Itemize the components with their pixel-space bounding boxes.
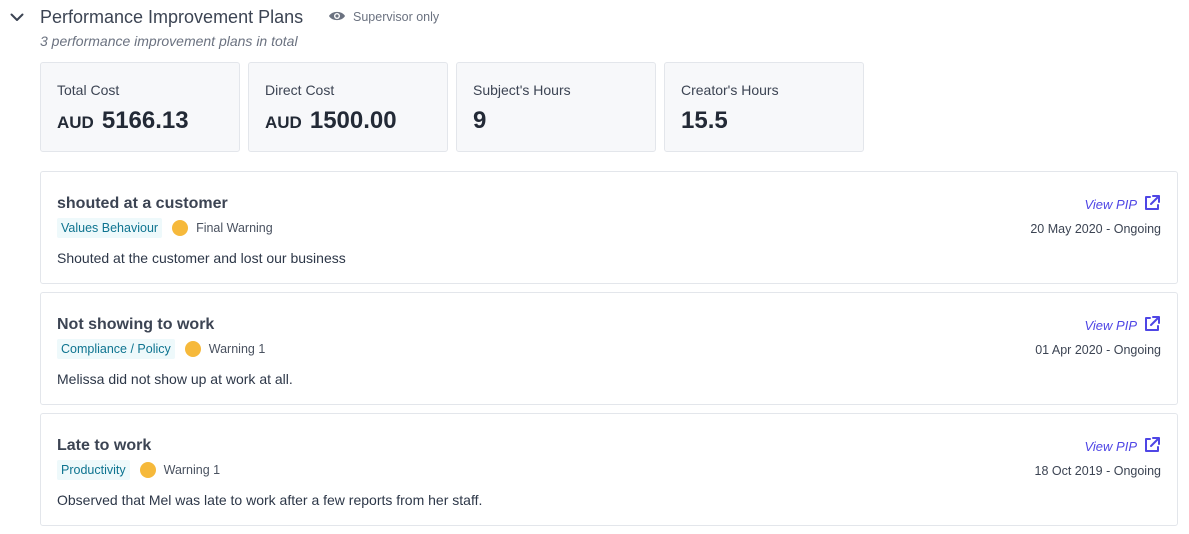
pip-count-subtitle: 3 performance improvement plans in total [40,33,298,49]
chevron-down-icon[interactable] [8,8,26,26]
pip-title: Late to work [57,437,152,454]
stat-label: Direct Cost [265,82,335,98]
pip-list: shouted at a customer Values Behaviour F… [40,171,1178,534]
stat-label: Creator's Hours [681,82,779,98]
stats-row: Total Cost AUD 5166.13 Direct Cost AUD 1… [40,62,864,152]
stat-value: AUD 1500.00 [265,107,431,135]
pip-description: Melissa did not show up at work at all. [57,371,293,387]
stat-number: 5166.13 [101,107,189,134]
pip-date-range: 20 May 2020 - Ongoing [1030,222,1161,236]
status-dot-icon [184,341,201,357]
view-pip-label: View PIP [1084,318,1137,333]
status-dot-icon [139,462,156,478]
pip-meta: Productivity Warning 1 [57,460,220,480]
pip-card: Not showing to work Compliance / Policy … [40,292,1178,405]
stat-currency: AUD [57,113,94,132]
visibility-indicator: Supervisor only [328,9,439,25]
external-link-icon [1143,315,1161,336]
view-pip-label: View PIP [1084,439,1137,454]
stat-card-total-cost: Total Cost AUD 5166.13 [40,62,240,152]
warning-level: Warning 1 [208,342,266,356]
stat-number: 15.5 [681,107,728,134]
pip-title: shouted at a customer [57,195,228,212]
stat-currency: AUD [265,113,302,132]
stat-label: Total Cost [57,82,120,98]
stat-card-direct-cost: Direct Cost AUD 1500.00 [248,62,448,152]
warning-level: Final Warning [196,221,273,235]
page-title: Performance Improvement Plans [40,7,304,27]
pip-meta: Compliance / Policy Warning 1 [57,339,265,359]
category-tag: Values Behaviour [57,218,163,238]
stat-card-subject-hours: Subject's Hours 9 [456,62,656,152]
pip-card: shouted at a customer Values Behaviour F… [40,171,1178,284]
stat-value: AUD 5166.13 [57,107,223,135]
eye-icon [328,10,346,25]
pip-date-range: 01 Apr 2020 - Ongoing [1035,343,1161,357]
stat-number: 9 [473,107,487,134]
stat-value: 9 [473,107,639,135]
pip-title: Not showing to work [57,316,215,333]
pip-description: Observed that Mel was late to work after… [57,492,483,508]
external-link-icon [1143,194,1161,215]
view-pip-link[interactable]: View PIP [1084,315,1161,336]
pip-card: Late to work Productivity Warning 1 Obse… [40,413,1178,526]
view-pip-link[interactable]: View PIP [1084,436,1161,457]
stat-label: Subject's Hours [473,82,571,98]
category-tag: Productivity [57,460,130,480]
stat-number: 1500.00 [309,107,397,134]
category-tag: Compliance / Policy [57,339,175,359]
section-header: Performance Improvement Plans Supervisor… [0,0,1189,62]
external-link-icon [1143,436,1161,457]
visibility-label: Supervisor only [353,10,440,24]
view-pip-label: View PIP [1084,197,1137,212]
pip-meta: Values Behaviour Final Warning [57,218,273,238]
stat-value: 15.5 [681,107,847,135]
stat-card-creator-hours: Creator's Hours 15.5 [664,62,864,152]
warning-level: Warning 1 [163,463,221,477]
view-pip-link[interactable]: View PIP [1084,194,1161,215]
status-dot-icon [172,220,189,236]
pip-date-range: 18 Oct 2019 - Ongoing [1034,464,1161,478]
pip-description: Shouted at the customer and lost our bus… [57,250,346,266]
